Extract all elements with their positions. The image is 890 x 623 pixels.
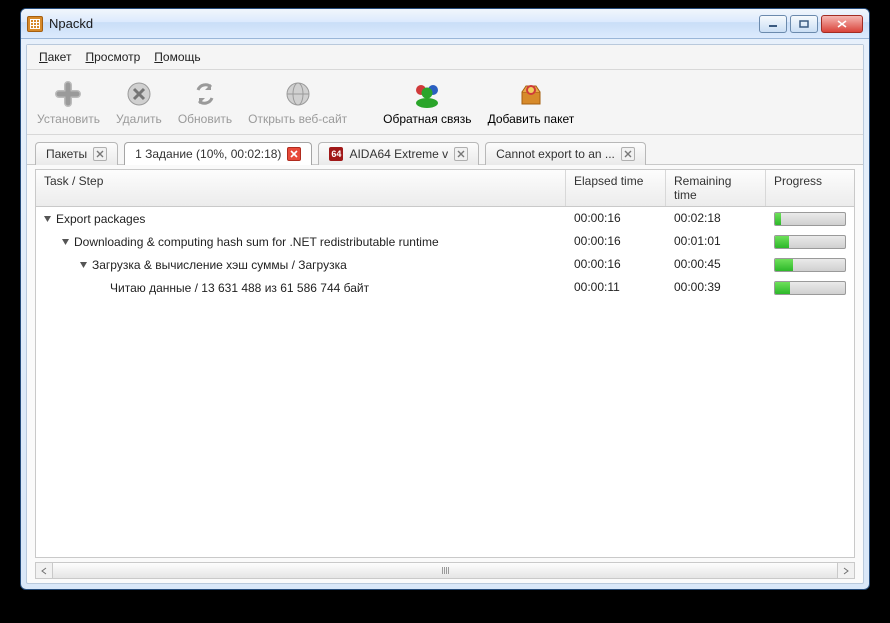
task-label: Export packages — [56, 212, 145, 226]
feedback-button[interactable]: Обратная связь — [375, 74, 479, 130]
tree-expand-icon[interactable] — [42, 214, 52, 224]
menu-help[interactable]: Помощь — [148, 48, 206, 66]
task-cell: Export packages — [36, 210, 566, 227]
progress-bar — [774, 212, 846, 226]
elapsed-cell: 00:00:16 — [566, 233, 666, 250]
progress-bar — [774, 235, 846, 249]
aida64-icon: 64 — [329, 147, 343, 161]
plus-icon — [52, 78, 84, 110]
task-label: Downloading & computing hash sum for .NE… — [74, 235, 439, 249]
tab-close-icon[interactable] — [621, 147, 635, 161]
tree-expand-icon[interactable] — [78, 260, 88, 270]
install-button[interactable]: Установить — [29, 74, 108, 130]
table-header: Task / Step Elapsed time Remaining time … — [36, 170, 854, 207]
tabstrip: Пакеты 1 Задание (10%, 00:02:18) 64 AIDA… — [27, 135, 863, 165]
remaining-cell: 00:01:01 — [666, 233, 766, 250]
progress-cell — [766, 210, 854, 227]
table-row[interactable]: Export packages 00:00:1600:02:18 — [36, 207, 854, 230]
remaining-cell: 00:02:18 — [666, 210, 766, 227]
titlebar[interactable]: Npackd — [21, 9, 869, 39]
progress-bar — [774, 258, 846, 272]
tab-close-icon[interactable] — [287, 147, 301, 161]
x-circle-icon — [123, 78, 155, 110]
task-cell: Загрузка & вычисление хэш суммы / Загруз… — [36, 256, 566, 273]
col-progress[interactable]: Progress — [766, 170, 854, 206]
maximize-button[interactable] — [790, 15, 818, 33]
tab-close-icon[interactable] — [93, 147, 107, 161]
progress-cell — [766, 279, 854, 296]
refresh-icon — [189, 78, 221, 110]
table-row[interactable]: Downloading & computing hash sum for .NE… — [36, 230, 854, 253]
horizontal-scrollbar[interactable] — [35, 562, 855, 579]
elapsed-cell: 00:00:11 — [566, 279, 666, 296]
col-task[interactable]: Task / Step — [36, 170, 566, 206]
task-table: Task / Step Elapsed time Remaining time … — [35, 169, 855, 558]
table-body: Export packages00:00:1600:02:18Downloadi… — [36, 207, 854, 557]
delete-button[interactable]: Удалить — [108, 74, 170, 130]
task-cell: Читаю данные / 13 631 488 из 61 586 744 … — [36, 279, 566, 296]
tab-aida64[interactable]: 64 AIDA64 Extreme v — [318, 142, 479, 165]
elapsed-cell: 00:00:16 — [566, 210, 666, 227]
tab-packages[interactable]: Пакеты — [35, 142, 118, 165]
add-package-button[interactable]: Добавить пакет — [480, 74, 583, 130]
open-website-button[interactable]: Открыть веб-сайт — [240, 74, 355, 130]
client-area: ППакетакет Просмотр Помощь Установить Уд… — [26, 44, 864, 584]
app-window: Npackd ППакетакет Просмотр Помощь Устано… — [20, 8, 870, 590]
close-button[interactable] — [821, 15, 863, 33]
menubar: ППакетакет Просмотр Помощь — [27, 45, 863, 70]
tab-task[interactable]: 1 Задание (10%, 00:02:18) — [124, 142, 312, 165]
tab-cannot-export[interactable]: Cannot export to an ... — [485, 142, 646, 165]
menu-packet[interactable]: ППакетакет — [33, 48, 77, 66]
tab-close-icon[interactable] — [454, 147, 468, 161]
col-remaining[interactable]: Remaining time — [666, 170, 766, 206]
toolbar: Установить Удалить Обновить Открыть веб-… — [27, 70, 863, 135]
task-cell: Downloading & computing hash sum for .NE… — [36, 233, 566, 250]
table-row[interactable]: Загрузка & вычисление хэш суммы / Загруз… — [36, 253, 854, 276]
scroll-left-icon[interactable] — [36, 563, 53, 578]
elapsed-cell: 00:00:16 — [566, 256, 666, 273]
remaining-cell: 00:00:39 — [666, 279, 766, 296]
people-icon — [411, 78, 443, 110]
app-icon — [27, 16, 43, 32]
window-title: Npackd — [49, 16, 93, 31]
scroll-thumb[interactable] — [53, 563, 837, 578]
menu-view[interactable]: Просмотр — [79, 48, 146, 66]
progress-cell — [766, 256, 854, 273]
progress-cell — [766, 233, 854, 250]
minimize-button[interactable] — [759, 15, 787, 33]
table-row[interactable]: Читаю данные / 13 631 488 из 61 586 744 … — [36, 276, 854, 299]
globe-icon — [282, 78, 314, 110]
box-icon — [515, 78, 547, 110]
remaining-cell: 00:00:45 — [666, 256, 766, 273]
task-label: Загрузка & вычисление хэш суммы / Загруз… — [92, 258, 347, 272]
task-label: Читаю данные / 13 631 488 из 61 586 744 … — [110, 281, 369, 295]
col-elapsed[interactable]: Elapsed time — [566, 170, 666, 206]
tree-expand-icon[interactable] — [60, 237, 70, 247]
scroll-right-icon[interactable] — [837, 563, 854, 578]
update-button[interactable]: Обновить — [170, 74, 240, 130]
progress-bar — [774, 281, 846, 295]
